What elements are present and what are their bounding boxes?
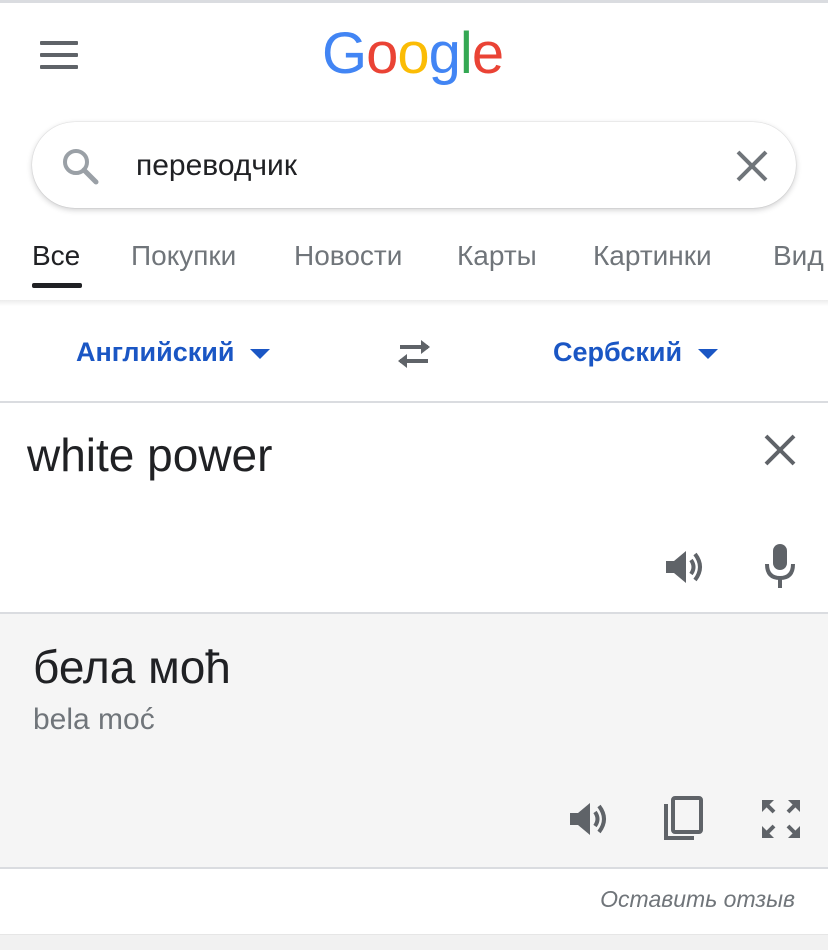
swap-arrows-icon[interactable] xyxy=(392,336,436,372)
tab-all[interactable]: Все xyxy=(32,240,80,272)
tab-news[interactable]: Новости xyxy=(294,240,402,272)
caret-down-icon xyxy=(698,348,719,359)
source-language-label: Английский xyxy=(76,337,235,367)
feedback-link[interactable]: Оставить отзыв xyxy=(600,886,795,913)
search-tabs: Все Покупки Новости Карты Картинки Вид xyxy=(0,240,828,304)
tab-shopping[interactable]: Покупки xyxy=(131,240,236,272)
close-icon[interactable] xyxy=(762,432,798,468)
logo-letter: o xyxy=(397,21,429,86)
tabs-divider xyxy=(0,300,828,306)
tab-images[interactable]: Картинки xyxy=(593,240,712,272)
google-logo[interactable]: Google xyxy=(322,20,504,87)
logo-letter: l xyxy=(459,21,473,86)
caret-down-icon xyxy=(250,348,271,359)
tab-videos[interactable]: Вид xyxy=(773,240,824,272)
language-bar-divider xyxy=(0,401,828,403)
search-bar[interactable] xyxy=(32,122,796,208)
logo-letter: e xyxy=(471,21,504,86)
speaker-icon[interactable] xyxy=(662,545,706,589)
target-language-label: Сербский xyxy=(553,337,683,367)
search-input[interactable] xyxy=(134,142,698,190)
close-icon[interactable] xyxy=(732,146,772,186)
target-language-select[interactable]: Сербский xyxy=(553,337,719,368)
source-language-select[interactable]: Английский xyxy=(76,337,271,368)
fullscreen-icon[interactable] xyxy=(760,798,802,840)
logo-letter: o xyxy=(366,21,398,86)
top-divider xyxy=(0,0,828,3)
source-text-input[interactable]: white power xyxy=(27,428,272,482)
translated-text: бела моћ xyxy=(33,641,231,693)
search-icon[interactable] xyxy=(60,146,100,186)
microphone-icon[interactable] xyxy=(762,542,798,590)
result-divider xyxy=(0,867,828,869)
hamburger-menu-icon[interactable] xyxy=(40,40,80,70)
logo-letter: g xyxy=(428,21,461,86)
speaker-icon[interactable] xyxy=(566,797,610,841)
logo-letter: G xyxy=(322,21,367,86)
active-tab-indicator xyxy=(32,283,82,288)
copy-icon[interactable] xyxy=(662,796,704,842)
tab-maps[interactable]: Карты xyxy=(457,240,537,272)
bottom-separator xyxy=(0,934,828,950)
transliteration-text: bela moć xyxy=(33,703,155,736)
